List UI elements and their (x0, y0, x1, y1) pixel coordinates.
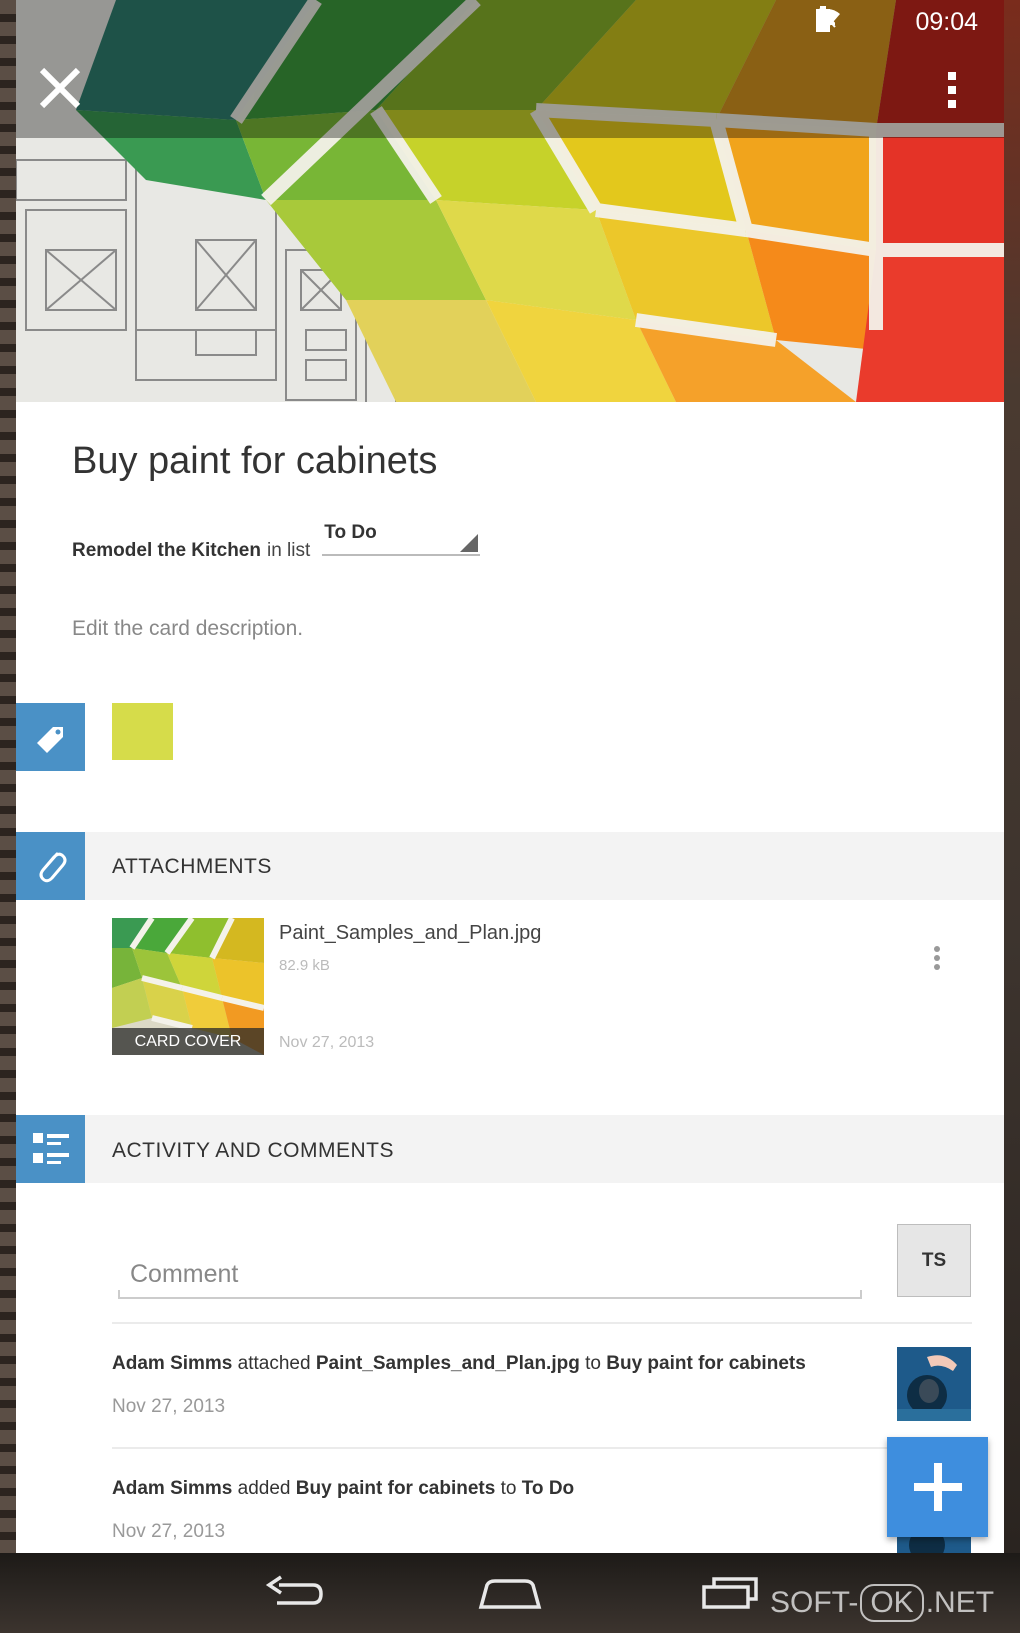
wifi-icon (816, 9, 875, 34)
attachment-thumbnail[interactable]: CARD COVER (112, 918, 264, 1055)
list-dropdown[interactable]: To Do (322, 522, 481, 556)
activity-verb: added (237, 1478, 291, 1499)
activity-prep: to (500, 1478, 517, 1499)
card-label-swatch[interactable] (112, 703, 173, 760)
overflow-dot-icon (934, 964, 940, 970)
activity-target[interactable]: Buy paint for cabinets (606, 1353, 806, 1374)
card-detail-sheet: 09:04 Buy paint for cabinets Remodel the… (16, 0, 1004, 1553)
member-avatar-photo[interactable] (897, 1347, 971, 1421)
activity-actor[interactable]: Adam Simms (112, 1478, 232, 1499)
overflow-dot-icon (934, 955, 940, 961)
site-watermark: SOFT- OK .NET (770, 1584, 994, 1622)
back-icon (265, 1575, 323, 1605)
labels-section-button[interactable] (16, 703, 85, 771)
overflow-dot-icon (934, 946, 940, 952)
activity-target[interactable]: To Do (522, 1478, 574, 1499)
plus-icon (913, 1463, 962, 1511)
home-icon (478, 1579, 542, 1609)
card-title[interactable]: Buy paint for cabinets (72, 440, 437, 483)
dropdown-triangle-icon (460, 534, 479, 552)
recents-icon (702, 1577, 758, 1609)
activity-entry-text: Adam Simms attached Paint_Samples_and_Pl… (112, 1353, 806, 1375)
attachment-date: Nov 27, 2013 (279, 1034, 375, 1051)
card-location: Remodel the Kitchen in list To Do (72, 522, 481, 562)
battery-icon (816, 6, 903, 34)
activity-title: ACTIVITY AND COMMENTS (112, 1139, 394, 1162)
nav-recents-button[interactable] (696, 1565, 764, 1621)
list-dropdown-value: To Do (324, 522, 377, 543)
card-cover-image: 09:04 (16, 0, 1004, 402)
activity-entry-text: Adam Simms added Buy paint for cabinets … (112, 1478, 574, 1500)
activity-date: Nov 27, 2013 (112, 1396, 226, 1417)
attachments-title: ATTACHMENTS (112, 855, 272, 878)
clock: 09:04 (915, 7, 978, 36)
activity-section-icon-box (16, 1115, 85, 1183)
card-description-field[interactable]: Edit the card description. (72, 617, 303, 641)
activity-date: Nov 27, 2013 (112, 1521, 226, 1542)
attachments-section-icon-box (16, 832, 85, 900)
activity-object[interactable]: Paint_Samples_and_Plan.jpg (316, 1353, 580, 1374)
activity-divider (112, 1322, 972, 1324)
device-edge-right (1004, 0, 1020, 1555)
activity-object[interactable]: Buy paint for cabinets (296, 1478, 496, 1499)
close-button[interactable] (34, 62, 86, 114)
activity-actor[interactable]: Adam Simms (112, 1353, 232, 1374)
activity-verb: attached (237, 1353, 311, 1374)
watermark-part: OK (860, 1584, 924, 1622)
current-user-avatar[interactable]: TS (897, 1224, 971, 1297)
comment-input-underline (118, 1290, 862, 1298)
paperclip-icon (39, 852, 66, 883)
close-icon (39, 67, 81, 109)
overflow-menu-button[interactable] (942, 68, 962, 112)
activity-divider (112, 1447, 972, 1449)
nav-back-button[interactable] (260, 1565, 330, 1621)
activity-prep: to (585, 1353, 601, 1374)
watermark-part: SOFT- (770, 1586, 859, 1619)
attachment-name[interactable]: Paint_Samples_and_Plan.jpg (279, 922, 541, 945)
add-fab-button[interactable] (887, 1437, 988, 1537)
member-photo (897, 1347, 971, 1421)
label-tag-icon (36, 727, 63, 753)
status-bar: 09:04 (815, 6, 978, 38)
attachment-menu-button[interactable] (932, 946, 942, 976)
activity-list-icon (32, 1133, 69, 1164)
app-screen: 09:04 Buy paint for cabinets Remodel the… (0, 0, 1020, 1633)
device-edge-left (0, 0, 16, 1555)
card-cover-badge: CARD COVER (112, 1028, 264, 1055)
watermark-part: .NET (925, 1586, 995, 1619)
nav-home-button[interactable] (474, 1565, 546, 1621)
in-list-label: in list (266, 540, 311, 561)
overflow-menu-icon (948, 72, 956, 108)
board-name: Remodel the Kitchen (72, 540, 261, 561)
attachment-size: 82.9 kB (279, 957, 330, 974)
